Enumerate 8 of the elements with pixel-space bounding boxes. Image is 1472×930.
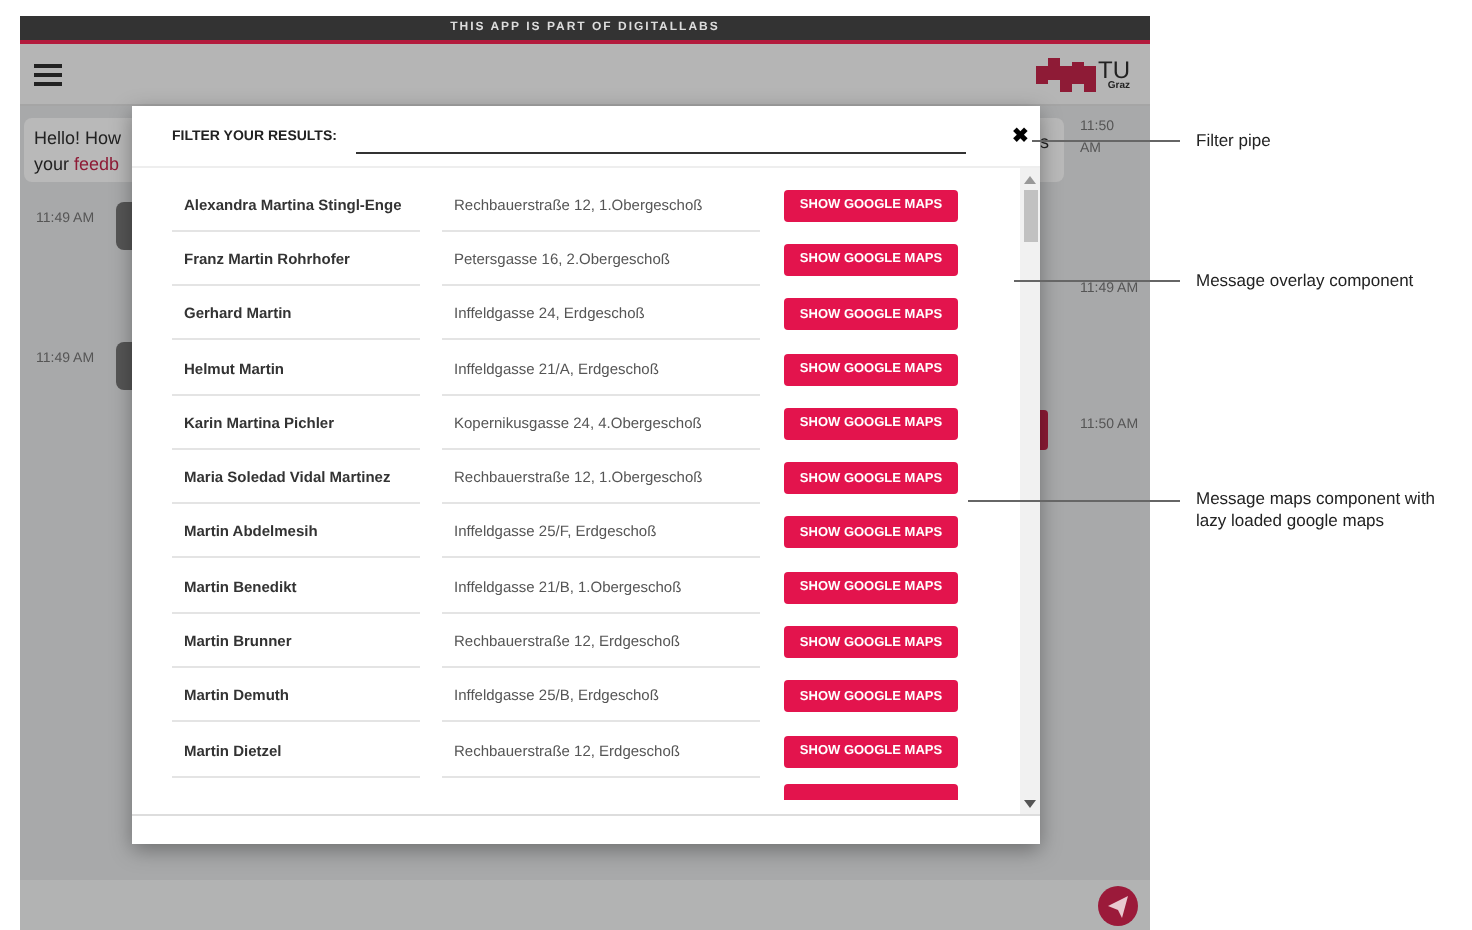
annotation-label: Message maps component with lazy loaded google maps [1196, 488, 1438, 532]
feedback-link[interactable]: feedb [74, 154, 120, 174]
logo-text: TU [1098, 57, 1130, 81]
close-button[interactable]: ✖ [1012, 124, 1028, 148]
message-text: your feedb [34, 152, 120, 178]
annotation-label: Filter pipe [1196, 130, 1273, 152]
message-text: Hello! How [34, 126, 122, 152]
annotation-label: Message overlay component [1196, 270, 1416, 292]
